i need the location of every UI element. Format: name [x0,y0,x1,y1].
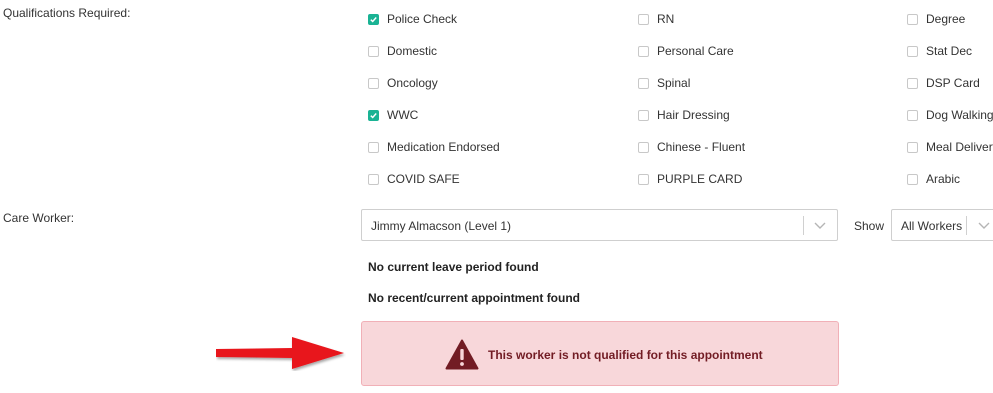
care-worker-selected-value: Jimmy Almacson (Level 1) [371,219,512,233]
qualification-oncology[interactable]: Oncology [368,74,438,92]
select-divider [966,216,967,235]
qualification-stat-dec[interactable]: Stat Dec [907,42,972,60]
checkbox-icon[interactable] [638,141,649,153]
chevron-down-icon[interactable] [814,221,826,230]
qualification-label: COVID SAFE [387,172,460,186]
qualification-hair-dressing[interactable]: Hair Dressing [638,106,730,124]
qualification-label: RN [657,12,675,26]
show-label: Show [854,219,885,233]
qualification-label: DSP Card [926,76,980,90]
checkbox-icon[interactable] [638,45,649,57]
qualification-label: Hair Dressing [657,108,730,122]
qualification-label: Meal Delivery [926,140,993,154]
checkbox-icon[interactable] [907,77,918,89]
checkbox-icon[interactable] [907,45,918,57]
checkbox-icon[interactable] [638,109,649,121]
checkbox-checked-icon[interactable] [368,13,379,25]
alert-message: This worker is not qualified for this ap… [488,348,763,362]
red-arrow-icon [216,337,344,369]
qualification-personal-care[interactable]: Personal Care [638,42,734,60]
qualification-rn[interactable]: RN [638,10,674,28]
appointment-status-text: No recent/current appointment found [368,291,581,305]
qualification-medication-endorsed[interactable]: Medication Endorsed [368,138,500,156]
qualification-dsp-card[interactable]: DSP Card [907,74,980,92]
care-worker-label: Care Worker: [3,211,75,225]
qualifications-label: Qualifications Required: [3,6,131,20]
qualification-arabic[interactable]: Arabic [907,170,960,188]
qualification-label: Police Check [387,12,458,26]
not-qualified-alert: This worker is not qualified for this ap… [361,321,839,386]
qualification-label: Spinal [657,76,691,90]
qualification-label: Arabic [926,172,961,186]
qualification-label: Chinese - Fluent [657,140,746,154]
checkbox-icon[interactable] [368,173,379,185]
qualification-covid-safe[interactable]: COVID SAFE [368,170,460,188]
qualification-dog-walking[interactable]: Dog Walking [907,106,993,124]
qualification-degree[interactable]: Degree [907,10,965,28]
checkbox-icon[interactable] [638,77,649,89]
select-divider [803,216,804,235]
checkbox-icon[interactable] [638,173,649,185]
qualification-wwc[interactable]: WWC [368,106,418,124]
qualification-purple-card[interactable]: PURPLE CARD [638,170,742,188]
qualification-meal-delivery[interactable]: Meal Delivery [907,138,993,156]
qualification-chinese-fluent[interactable]: Chinese - Fluent [638,138,745,156]
qualification-label: Degree [926,12,966,26]
checkbox-icon[interactable] [638,13,649,25]
qualification-label: Domestic [387,44,438,58]
checkbox-icon[interactable] [907,141,918,153]
qualification-label: PURPLE CARD [657,172,743,186]
leave-status-text: No current leave period found [368,260,539,274]
qualification-label: Dog Walking [926,108,993,122]
qualification-label: Stat Dec [926,44,973,58]
qualification-label: Medication Endorsed [387,140,500,154]
qualification-domestic[interactable]: Domestic [368,42,437,60]
qualification-spinal[interactable]: Spinal [638,74,690,92]
qualification-police-check[interactable]: Police Check [368,10,457,28]
qualification-label: Personal Care [657,44,734,58]
checkbox-icon[interactable] [368,45,379,57]
checkbox-checked-icon[interactable] [368,109,379,121]
show-selected-value: All Workers [901,219,963,233]
checkbox-icon[interactable] [907,173,918,185]
checkbox-icon[interactable] [907,13,918,25]
care-worker-select[interactable]: Jimmy Almacson (Level 1) [361,209,838,241]
checkbox-icon[interactable] [368,141,379,153]
warning-triangle-icon [445,339,479,370]
qualification-label: WWC [387,108,419,122]
checkbox-icon[interactable] [907,109,918,121]
checkbox-icon[interactable] [368,77,379,89]
qualification-label: Oncology [387,76,438,90]
chevron-down-icon[interactable] [978,221,990,230]
show-workers-select[interactable]: All Workers [891,209,993,241]
